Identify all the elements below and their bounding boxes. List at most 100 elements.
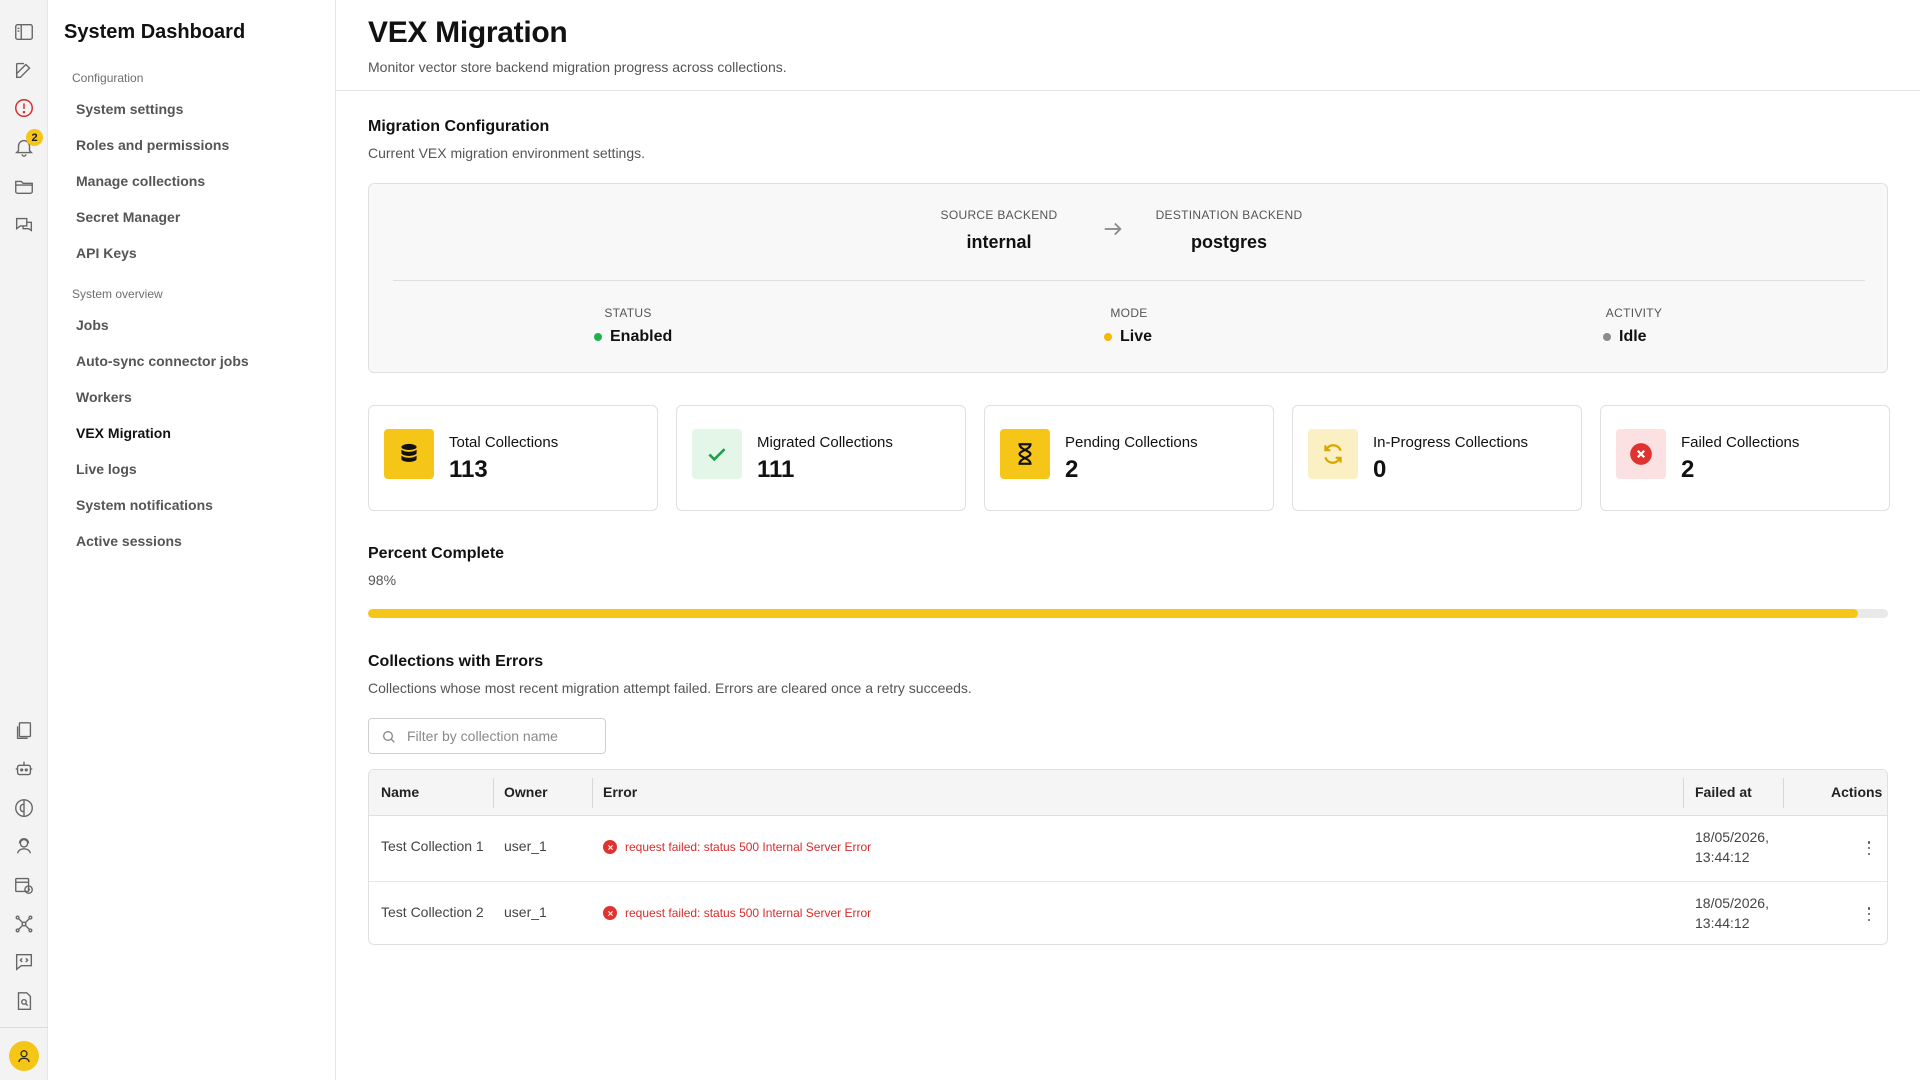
config-divider — [393, 280, 1865, 281]
database-icon — [384, 429, 434, 479]
column-header-name[interactable]: Name — [381, 784, 419, 800]
column-separator[interactable] — [1683, 778, 1684, 808]
icon-rail: 2 — [0, 0, 48, 1080]
rail-divider — [0, 1027, 48, 1028]
sidebar-item-vex-migration[interactable]: VEX Migration — [76, 425, 171, 441]
status-value: Enabled — [610, 328, 673, 345]
main-content: VEX Migration Monitor vector store backe… — [336, 0, 1920, 1080]
error-message: request failed: status 500 Internal Serv… — [603, 906, 871, 920]
stat-label: Migrated Collections — [757, 434, 893, 451]
stat-value: 2 — [1681, 456, 1695, 483]
section-label-system-overview: System overview — [72, 287, 163, 301]
column-separator[interactable] — [1783, 778, 1784, 808]
brain-icon[interactable] — [12, 796, 36, 820]
sidebar-item-active-sessions[interactable]: Active sessions — [76, 533, 182, 549]
failed-at-date: 18/05/2026, — [1695, 829, 1769, 845]
mode-value: Live — [1120, 328, 1153, 345]
column-header-failed-at[interactable]: Failed at — [1695, 784, 1752, 800]
alert-icon[interactable] — [12, 96, 36, 120]
robot-icon[interactable] — [12, 757, 36, 781]
network-icon[interactable] — [12, 912, 36, 936]
collection-owner: user_1 — [504, 838, 547, 854]
sidebar-item-workers[interactable]: Workers — [76, 389, 132, 405]
collection-owner: user_1 — [504, 904, 547, 920]
sidebar-item-manage-collections[interactable]: Manage collections — [76, 173, 205, 189]
sidebar-item-roles-and-permissions[interactable]: Roles and permissions — [76, 137, 229, 153]
sidebar-item-system-settings[interactable]: System settings — [76, 101, 183, 117]
column-separator[interactable] — [493, 778, 494, 808]
sidebar-item-secret-manager[interactable]: Secret Manager — [76, 209, 180, 225]
source-backend-label: SOURCE BACKEND — [940, 208, 1058, 222]
row-actions-menu-icon[interactable] — [1863, 839, 1875, 857]
file-search-icon[interactable] — [12, 989, 36, 1013]
stat-card-total: Total Collections 113 — [368, 405, 658, 511]
mode-label: MODE — [1110, 306, 1148, 320]
search-icon — [383, 731, 395, 743]
sidebar-toggle-icon[interactable] — [12, 20, 36, 44]
refresh-icon — [1308, 429, 1358, 479]
column-header-owner[interactable]: Owner — [504, 784, 548, 800]
progress-percent-label: 98% — [368, 572, 397, 588]
arrow-right-icon — [1104, 222, 1122, 236]
chat-icon[interactable] — [12, 213, 36, 237]
sidebar-item-auto-sync-connector-jobs[interactable]: Auto-sync connector jobs — [76, 353, 249, 369]
sidebar-item-live-logs[interactable]: Live logs — [76, 461, 137, 477]
stat-label: Failed Collections — [1681, 434, 1800, 451]
stat-label: Total Collections — [449, 434, 559, 451]
column-separator[interactable] — [592, 778, 593, 808]
stat-card-migrated: Migrated Collections 111 — [676, 405, 966, 511]
status-indicator: Enabled — [594, 328, 672, 346]
mode-dot — [1104, 333, 1112, 341]
config-card: SOURCE BACKEND internal DESTINATION BACK… — [368, 183, 1888, 373]
row-actions-menu-icon[interactable] — [1863, 905, 1875, 923]
column-header-error[interactable]: Error — [603, 784, 637, 800]
code-chat-icon[interactable] — [12, 950, 36, 974]
edit-icon[interactable] — [12, 58, 36, 82]
notification-badge: 2 — [26, 129, 43, 146]
user-icon — [18, 1050, 30, 1063]
errors-section-description: Collections whose most recent migration … — [368, 680, 972, 696]
mode-indicator: Live — [1104, 328, 1152, 346]
progress-bar — [368, 609, 1888, 618]
failed-at-time: 13:44:12 — [1695, 915, 1750, 931]
stat-value: 111 — [757, 456, 795, 483]
page-subtitle: Monitor vector store backend migration p… — [368, 59, 787, 75]
failed-at-date: 18/05/2026, — [1695, 895, 1769, 911]
sidebar-item-jobs[interactable]: Jobs — [76, 317, 109, 333]
progress-title: Percent Complete — [368, 545, 505, 562]
stat-card-failed: Failed Collections 2 — [1600, 405, 1890, 511]
stat-card-in-progress: In-Progress Collections 0 — [1292, 405, 1582, 511]
activity-value: Idle — [1619, 328, 1647, 345]
status-dot — [594, 333, 602, 341]
stat-value: 113 — [449, 456, 488, 483]
stat-card-pending: Pending Collections 2 — [984, 405, 1274, 511]
support-icon[interactable] — [12, 834, 36, 858]
user-avatar[interactable] — [9, 1041, 39, 1071]
progress-fill — [368, 609, 1858, 618]
error-text: request failed: status 500 Internal Serv… — [625, 840, 872, 854]
error-message: request failed: status 500 Internal Serv… — [603, 840, 871, 854]
destination-backend-label: DESTINATION BACKEND — [1155, 208, 1303, 222]
activity-label: ACTIVITY — [1605, 306, 1663, 320]
stat-value: 2 — [1065, 456, 1079, 483]
sidebar-item-api-keys[interactable]: API Keys — [76, 245, 137, 261]
table-header: Name Owner Error Failed at Actions — [369, 770, 1887, 816]
header-divider — [336, 90, 1920, 91]
calendar-icon[interactable] — [12, 873, 36, 897]
status-label: STATUS — [604, 306, 652, 320]
filter-box — [368, 718, 606, 754]
errors-table: Name Owner Error Failed at Actions Test … — [368, 769, 1888, 945]
folder-icon[interactable] — [12, 174, 36, 198]
failed-at-time: 13:44:12 — [1695, 849, 1750, 865]
error-icon — [603, 906, 617, 920]
documents-icon[interactable] — [12, 719, 36, 743]
activity-dot — [1603, 333, 1611, 341]
collection-filter-input[interactable] — [407, 726, 597, 746]
collection-name: Test Collection 2 — [381, 904, 484, 920]
sidebar-item-system-notifications[interactable]: System notifications — [76, 497, 213, 513]
table-row: Test Collection 1 user_1 request failed:… — [369, 816, 1887, 881]
table-row: Test Collection 2 user_1 request failed:… — [369, 881, 1887, 944]
collection-name: Test Collection 1 — [381, 838, 484, 854]
stat-value: 0 — [1373, 456, 1387, 483]
error-text: request failed: status 500 Internal Serv… — [625, 906, 872, 920]
